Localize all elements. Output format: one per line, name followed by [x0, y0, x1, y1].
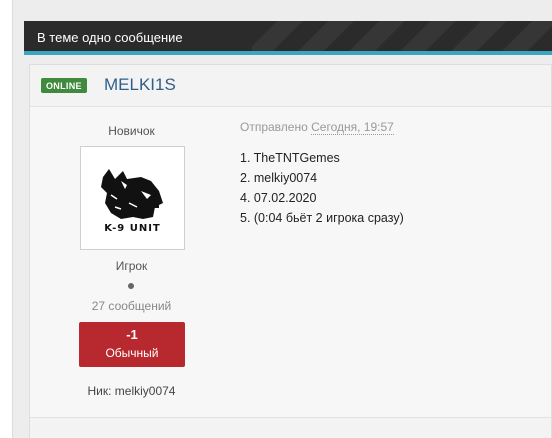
post-line: 2. melkiy0074 [240, 171, 318, 185]
user-info-panel: Новичок K-9 UNIT Игрок 27 сообщений -1 О… [30, 108, 233, 416]
avatar[interactable]: K-9 UNIT [80, 146, 185, 250]
user-nick: Ник: melkiy0074 [87, 384, 176, 398]
avatar-logo-text: K-9 UNIT [104, 223, 161, 234]
header-decoration [252, 21, 552, 51]
topic-title: В теме одно сообщение [37, 30, 183, 45]
reputation-dot-icon [128, 283, 134, 289]
post-count: 27 сообщений [91, 299, 172, 313]
reputation-label: Обычный [105, 346, 159, 360]
post-line: 1. TheTNTGemes [240, 151, 340, 165]
post-content: 1. TheTNTGemes 2. melkiy0074 4. 07.02.20… [240, 148, 540, 228]
reputation-value: -1 [126, 327, 138, 342]
post-footer [30, 417, 551, 438]
topic-header-bar: В теме одно сообщение [24, 21, 552, 55]
post-container: ONLINE MELKI1S Новичок K-9 UNIT Игрок 27… [29, 64, 552, 438]
post-header: ONLINE MELKI1S [30, 65, 551, 107]
user-rank: Новичок [108, 124, 155, 138]
post-date: Отправлено Сегодня, 19:57 [240, 120, 540, 135]
post-body: Отправлено Сегодня, 19:57 1. TheTNTGemes… [240, 120, 540, 228]
post-date-value[interactable]: Сегодня, 19:57 [311, 120, 394, 135]
online-status-badge: ONLINE [41, 78, 87, 93]
post-line: 4. 07.02.2020 [240, 191, 317, 205]
post-line: 5. (0:04 бьёт 2 игрока сразу) [240, 211, 404, 225]
user-group: Игрок [115, 259, 148, 273]
post-date-prefix: Отправлено [240, 120, 308, 134]
reputation-badge[interactable]: -1 Обычный [79, 322, 185, 367]
author-name-link[interactable]: MELKI1S [104, 75, 176, 95]
